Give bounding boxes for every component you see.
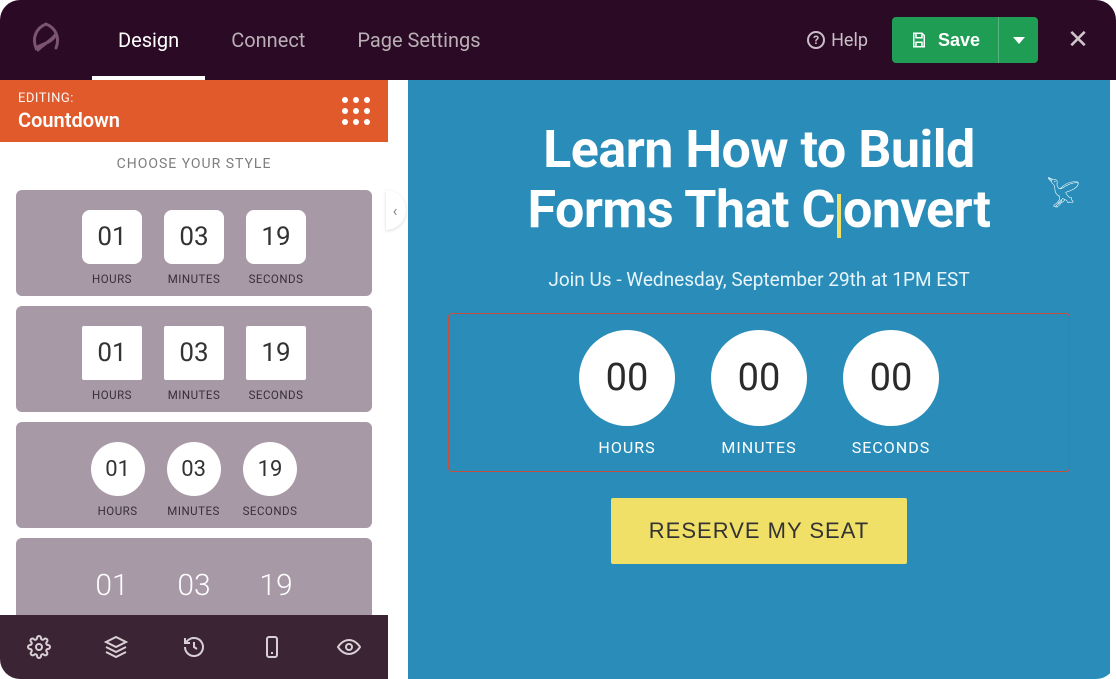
help-icon: ?: [807, 31, 825, 49]
top-nav: Design Connect Page Settings ? Help Save…: [0, 0, 1116, 80]
bird-icon: 𓅯: [1047, 170, 1080, 216]
style-option-rounded[interactable]: 01HOURS 03MINUTES 19SECONDS: [16, 190, 372, 296]
save-dropdown[interactable]: [998, 17, 1038, 63]
drag-handle-icon[interactable]: [342, 97, 370, 125]
help-link[interactable]: ? Help: [807, 30, 868, 51]
editing-label: EDITING:: [18, 91, 120, 106]
cta-button[interactable]: RESERVE MY SEAT: [611, 498, 907, 564]
panel-header: EDITING: Countdown: [0, 80, 388, 142]
cd-seconds-value: 00: [843, 330, 939, 426]
save-button[interactable]: Save: [892, 17, 998, 63]
canvas-area: Learn How to Build Forms That Convert 𓅯 …: [388, 80, 1116, 679]
style-option-circle[interactable]: 01HOURS 03MINUTES 19SECONDS: [16, 422, 372, 528]
cd-minutes-value: 00: [711, 330, 807, 426]
mobile-preview-icon[interactable]: [254, 629, 290, 665]
left-panel: EDITING: Countdown CHOOSE YOUR STYLE 01H…: [0, 80, 388, 615]
panel-body: CHOOSE YOUR STYLE 01HOURS 03MINUTES 19SE…: [0, 142, 388, 615]
caret-down-icon: [1013, 37, 1025, 44]
logo-icon: [18, 12, 74, 68]
countdown-block[interactable]: 00HOURS 00MINUTES 00SECONDS: [448, 313, 1070, 472]
style-option-square[interactable]: 01HOURS 03MINUTES 19SECONDS: [16, 306, 372, 412]
close-button[interactable]: ✕: [1058, 20, 1098, 60]
bottom-toolbar: [0, 615, 388, 679]
subheadline[interactable]: Join Us - Wednesday, September 29th at 1…: [448, 268, 1070, 291]
text-cursor: [837, 194, 841, 238]
close-icon: ✕: [1067, 25, 1089, 55]
tab-page-settings[interactable]: Page Settings: [331, 0, 506, 80]
cd-hours-value: 00: [579, 330, 675, 426]
style-option-plain[interactable]: 01HOURS 03MINUTES 19SECONDS: [16, 538, 372, 615]
editing-item: Countdown: [18, 108, 120, 132]
history-icon[interactable]: [176, 629, 212, 665]
tab-design[interactable]: Design: [92, 0, 205, 80]
tab-connect[interactable]: Connect: [205, 0, 331, 80]
page-canvas[interactable]: Learn How to Build Forms That Convert 𓅯 …: [408, 80, 1110, 679]
settings-icon[interactable]: [21, 629, 57, 665]
preview-icon[interactable]: [331, 629, 367, 665]
layers-icon[interactable]: [98, 629, 134, 665]
save-icon: [910, 31, 928, 49]
choose-style-label: CHOOSE YOUR STYLE: [0, 142, 388, 180]
headline[interactable]: Learn How to Build Forms That Convert: [448, 120, 1070, 240]
